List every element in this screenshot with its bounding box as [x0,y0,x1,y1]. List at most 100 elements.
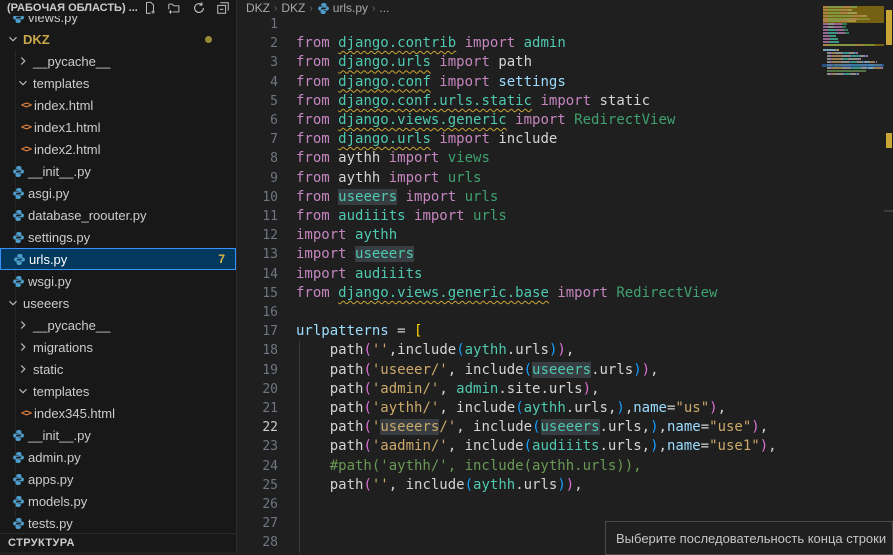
line-number-2[interactable]: 2 [238,34,278,53]
code-line-17[interactable]: urlpatterns = [ [296,322,422,341]
tree-item-wsgi.py[interactable]: wsgi.py [0,270,236,292]
line-number-23[interactable]: 23 [238,437,278,456]
tree-item-label: __init__.py [28,164,91,179]
tree-item-DKZ[interactable]: DKZ [0,28,236,50]
code-line-8[interactable]: from aythh import views [296,149,490,168]
line-number-17[interactable]: 17 [238,322,278,341]
tree-item-index345.html[interactable]: <>index345.html [0,402,236,424]
problems-count-badge: 7 [218,252,225,266]
breadcrumb-segment-3[interactable]: ... [379,1,389,15]
code-token: from [296,35,338,51]
line-number-11[interactable]: 11 [238,207,278,226]
minimap-line [830,35,835,37]
line-number-13[interactable]: 13 [238,245,278,264]
code-line-15[interactable]: from django.views.generic.base import Re… [296,284,717,303]
code-line-7[interactable]: from django.urls import include [296,130,557,149]
refresh-icon[interactable] [192,1,206,15]
tree-item-templates[interactable]: templates [0,380,236,402]
line-number-4[interactable]: 4 [238,73,278,92]
code-line-23[interactable]: path('aadmin/', include(audiiits.urls,),… [296,437,777,456]
line-number-9[interactable]: 9 [238,169,278,188]
code-line-21[interactable]: path('aythh/', include(aythh.urls,),name… [296,399,726,418]
code-token: ) [650,438,658,454]
code-line-5[interactable]: from django.conf.urls.static import stat… [296,92,650,111]
code-line-13[interactable]: import useeers [296,245,414,264]
tree-item-index1.html[interactable]: <>index1.html [0,116,236,138]
breadcrumb-segment-1[interactable]: DKZ [281,1,305,15]
tree-item-useeers[interactable]: useeers [0,292,236,314]
code-token: include [406,477,465,493]
breadcrumb-segment-label: DKZ [281,1,305,15]
code-line-2[interactable]: from django.contrib import admin [296,34,566,53]
line-number-1[interactable]: 1 [238,15,278,34]
tree-item-__init__.py[interactable]: __init__.py [0,160,236,182]
tree-item-tests.py[interactable]: tests.py [0,512,236,534]
tree-item-urls.py[interactable]: urls.py7 [0,248,236,270]
line-number-22[interactable]: 22 [238,418,278,437]
line-number-3[interactable]: 3 [238,53,278,72]
code-token: '' [372,342,389,358]
new-file-icon[interactable] [143,1,157,15]
line-number-8[interactable]: 8 [238,149,278,168]
code-line-25[interactable]: path('', include(aythh.urls)), [296,476,583,495]
new-folder-icon[interactable] [167,1,182,15]
code-line-22[interactable]: path('useeers/', include(useeers.urls,),… [296,418,768,437]
tree-item-index.html[interactable]: <>index.html [0,94,236,116]
line-number-27[interactable]: 27 [238,514,278,533]
breadcrumb-segment-0[interactable]: DKZ [246,1,270,15]
code-area[interactable]: 12 from django.contrib import admin 3 from … [238,0,893,552]
code-token: django.contrib [338,35,456,51]
code-line-20[interactable]: path('admin/', admin.site.urls), [296,380,600,399]
code-token: #path('aythh/', include(aythh.urls)), [330,458,642,474]
line-number-19[interactable]: 19 [238,361,278,380]
code-line-18[interactable]: path('',include(aythh.urls)), [296,341,574,360]
line-number-5[interactable]: 5 [238,92,278,111]
tree-item-apps.py[interactable]: apps.py [0,468,236,490]
tree-item-__init__.py[interactable]: __init__.py [0,424,236,446]
code-line-10[interactable]: from useeers import urls [296,188,498,207]
tree-item-asgi.py[interactable]: asgi.py [0,182,236,204]
tree-item-__pycache__[interactable]: __pycache__ [0,50,236,72]
code-line-24[interactable]: #path('aythh/', include(aythh.urls)), [296,457,642,476]
line-number-26[interactable]: 26 [238,495,278,514]
code-token: views [448,150,490,166]
tree-item-index2.html[interactable]: <>index2.html [0,138,236,160]
code-line-11[interactable]: from audiiits import urls [296,207,507,226]
code-line-3[interactable]: from django.urls import path [296,53,532,72]
python-file-icon [12,231,25,244]
breadcrumb-separator-icon: › [309,3,312,14]
tree-item-database_roouter.py[interactable]: database_roouter.py [0,204,236,226]
tree-item-__pycache__[interactable]: __pycache__ [0,314,236,336]
tree-item-admin.py[interactable]: admin.py [0,446,236,468]
vertical-scrollbar[interactable] [884,210,893,212]
line-number-15[interactable]: 15 [238,284,278,303]
line-number-20[interactable]: 20 [238,380,278,399]
line-number-16[interactable]: 16 [238,303,278,322]
code-line-19[interactable]: path('useeer/', include(useeers.urls)), [296,361,659,380]
line-number-25[interactable]: 25 [238,476,278,495]
line-number-24[interactable]: 24 [238,457,278,476]
code-line-6[interactable]: from django.views.generic import Redirec… [296,111,675,130]
line-number-14[interactable]: 14 [238,265,278,284]
code-line-4[interactable]: from django.conf import settings [296,73,566,92]
code-line-12[interactable]: import aythh [296,226,397,245]
line-number-28[interactable]: 28 [238,533,278,552]
code-line-9[interactable]: from aythh import urls [296,169,481,188]
line-number-12[interactable]: 12 [238,226,278,245]
line-number-7[interactable]: 7 [238,130,278,149]
tree-item-templates[interactable]: templates [0,72,236,94]
line-number-10[interactable]: 10 [238,188,278,207]
code-line-14[interactable]: import audiiits [296,265,422,284]
tree-item-models.py[interactable]: models.py [0,490,236,512]
tree-item-static[interactable]: static [0,358,236,380]
line-number-21[interactable]: 21 [238,399,278,418]
collapse-all-icon[interactable] [216,1,230,15]
code-token: admin [524,35,566,51]
tree-item-migrations[interactable]: migrations [0,336,236,358]
outline-section-header[interactable]: СТРУКТУРА [0,533,236,552]
code-token: useeers [541,419,600,435]
line-number-18[interactable]: 18 [238,341,278,360]
line-number-6[interactable]: 6 [238,111,278,130]
breadcrumb-segment-2[interactable]: urls.py [317,1,368,15]
tree-item-settings.py[interactable]: settings.py [0,226,236,248]
